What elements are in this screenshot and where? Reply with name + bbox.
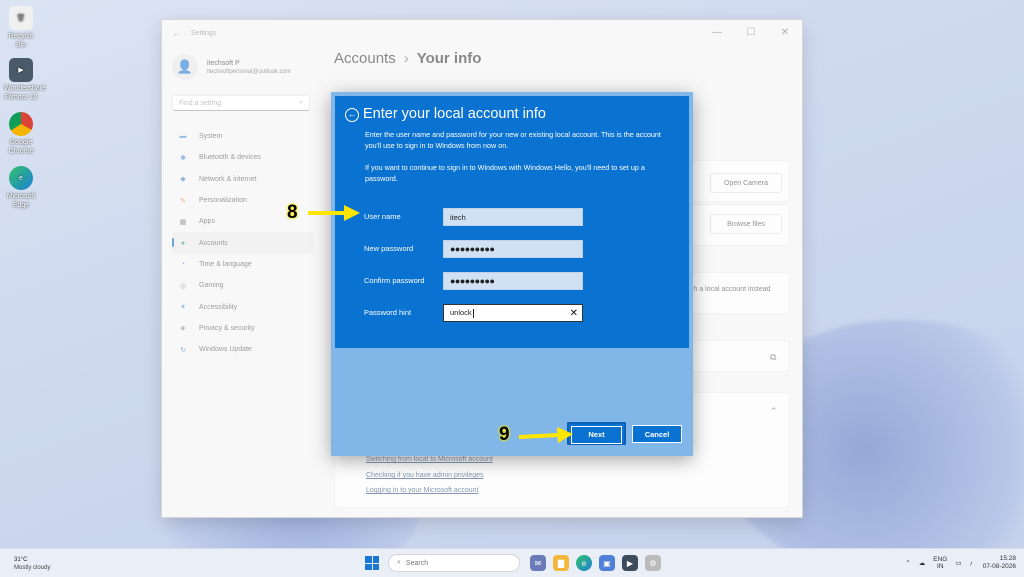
step-8-arrow-icon — [308, 205, 360, 221]
desktop-icon-edge[interactable]: e Microsoft Edge — [4, 166, 38, 210]
monitor-icon[interactable]: ▭ — [955, 559, 961, 567]
date: 07-08-2026 — [982, 563, 1016, 570]
new-password-value: ●●●●●●●●● — [450, 244, 495, 254]
confirm-password-input[interactable]: ●●●●●●●●● — [443, 272, 583, 290]
next-button-focus-ring: Next — [567, 422, 626, 445]
network-icon[interactable]: ☁ — [919, 559, 926, 567]
chevron-up-icon[interactable]: ⌃ — [905, 559, 910, 567]
start-button[interactable] — [365, 556, 379, 570]
next-button[interactable]: Next — [571, 425, 622, 444]
recycle-bin-icon: 🗑 — [9, 6, 33, 30]
password-hint-label: Password hint — [364, 308, 412, 317]
taskbar: 31°C Mostly cloudy ⌕ Search ✉ ▇ e ▣ ▶ ⚙ … — [0, 548, 1024, 577]
step-8-callout: 8 — [287, 202, 298, 223]
volume-icon[interactable]: ♪ — [970, 560, 973, 567]
username-input[interactable]: itech — [443, 208, 583, 226]
dialog-title: Enter your local account info — [363, 106, 546, 122]
desktop-icon-label: Google Chrome — [8, 139, 34, 155]
step-9-arrow-icon — [518, 427, 573, 443]
desktop-icon-label: Recycle Bin — [8, 33, 34, 49]
clock[interactable]: 15:28 07-08-2026 — [983, 555, 1016, 571]
password-hint-input[interactable]: unlock ✕ — [443, 304, 583, 322]
weather-temp: 31°C — [14, 557, 28, 563]
edge-icon: e — [9, 166, 33, 190]
time: 15:28 — [999, 555, 1016, 562]
weather-widget[interactable]: 31°C Mostly cloudy — [14, 556, 50, 572]
taskbar-search[interactable]: ⌕ Search — [388, 554, 520, 572]
dialog-hello-note: If you want to continue to sign in to Wi… — [365, 163, 645, 183]
password-hint-value: unlock — [450, 308, 472, 318]
username-value: itech — [450, 212, 466, 222]
desktop-icon-label: Microsoft Edge — [6, 193, 36, 209]
step-9-callout: 9 — [499, 424, 510, 445]
language-indicator[interactable]: ENG IN — [933, 556, 947, 570]
clear-icon[interactable]: ✕ — [570, 308, 578, 319]
edge-icon[interactable]: e — [576, 555, 592, 571]
lang-top: ENG — [933, 556, 948, 563]
store-icon[interactable]: ▣ — [599, 555, 615, 571]
confirm-password-value: ●●●●●●●●● — [450, 276, 495, 286]
back-arrow-icon[interactable]: ← — [345, 108, 359, 122]
cancel-label: Cancel — [644, 429, 670, 439]
text-caret — [472, 308, 474, 318]
desktop-icon-label: Wondershare Filmora 12 — [4, 85, 46, 101]
lang-bottom: IN — [937, 563, 944, 570]
system-tray: ⌃ ☁ ENG IN ▭ ♪ 15:28 07-08-2026 — [897, 555, 1016, 571]
confirm-password-label: Confirm password — [364, 276, 425, 285]
new-password-label: New password — [364, 244, 414, 253]
dialog-description: Enter the user name and password for you… — [365, 130, 661, 150]
search-icon: ⌕ — [397, 559, 401, 566]
filmora-icon: ▶ — [9, 58, 33, 82]
new-password-input[interactable]: ●●●●●●●●● — [443, 240, 583, 258]
file-explorer-icon[interactable]: ▇ — [553, 555, 569, 571]
dialog-header: ← Enter your local account info Enter th… — [335, 96, 689, 348]
taskbar-search-placeholder: Search — [405, 559, 429, 567]
desktop-icon-recycle-bin[interactable]: 🗑 Recycle Bin — [4, 6, 38, 50]
local-account-dialog: ← Enter your local account info Enter th… — [331, 92, 693, 456]
next-label: Next — [588, 430, 605, 439]
filmora-icon[interactable]: ▶ — [622, 555, 638, 571]
chrome-icon — [9, 112, 33, 136]
settings-gear-icon[interactable]: ⚙ — [645, 555, 661, 571]
chat-icon[interactable]: ✉ — [530, 555, 546, 571]
username-label: User name — [364, 212, 401, 221]
desktop-icon-filmora[interactable]: ▶ Wondershare Filmora 12 — [4, 58, 46, 102]
desktop-icon-chrome[interactable]: Google Chrome — [4, 112, 38, 156]
cancel-button[interactable]: Cancel — [632, 425, 682, 443]
weather-condition: Mostly cloudy — [14, 565, 51, 571]
